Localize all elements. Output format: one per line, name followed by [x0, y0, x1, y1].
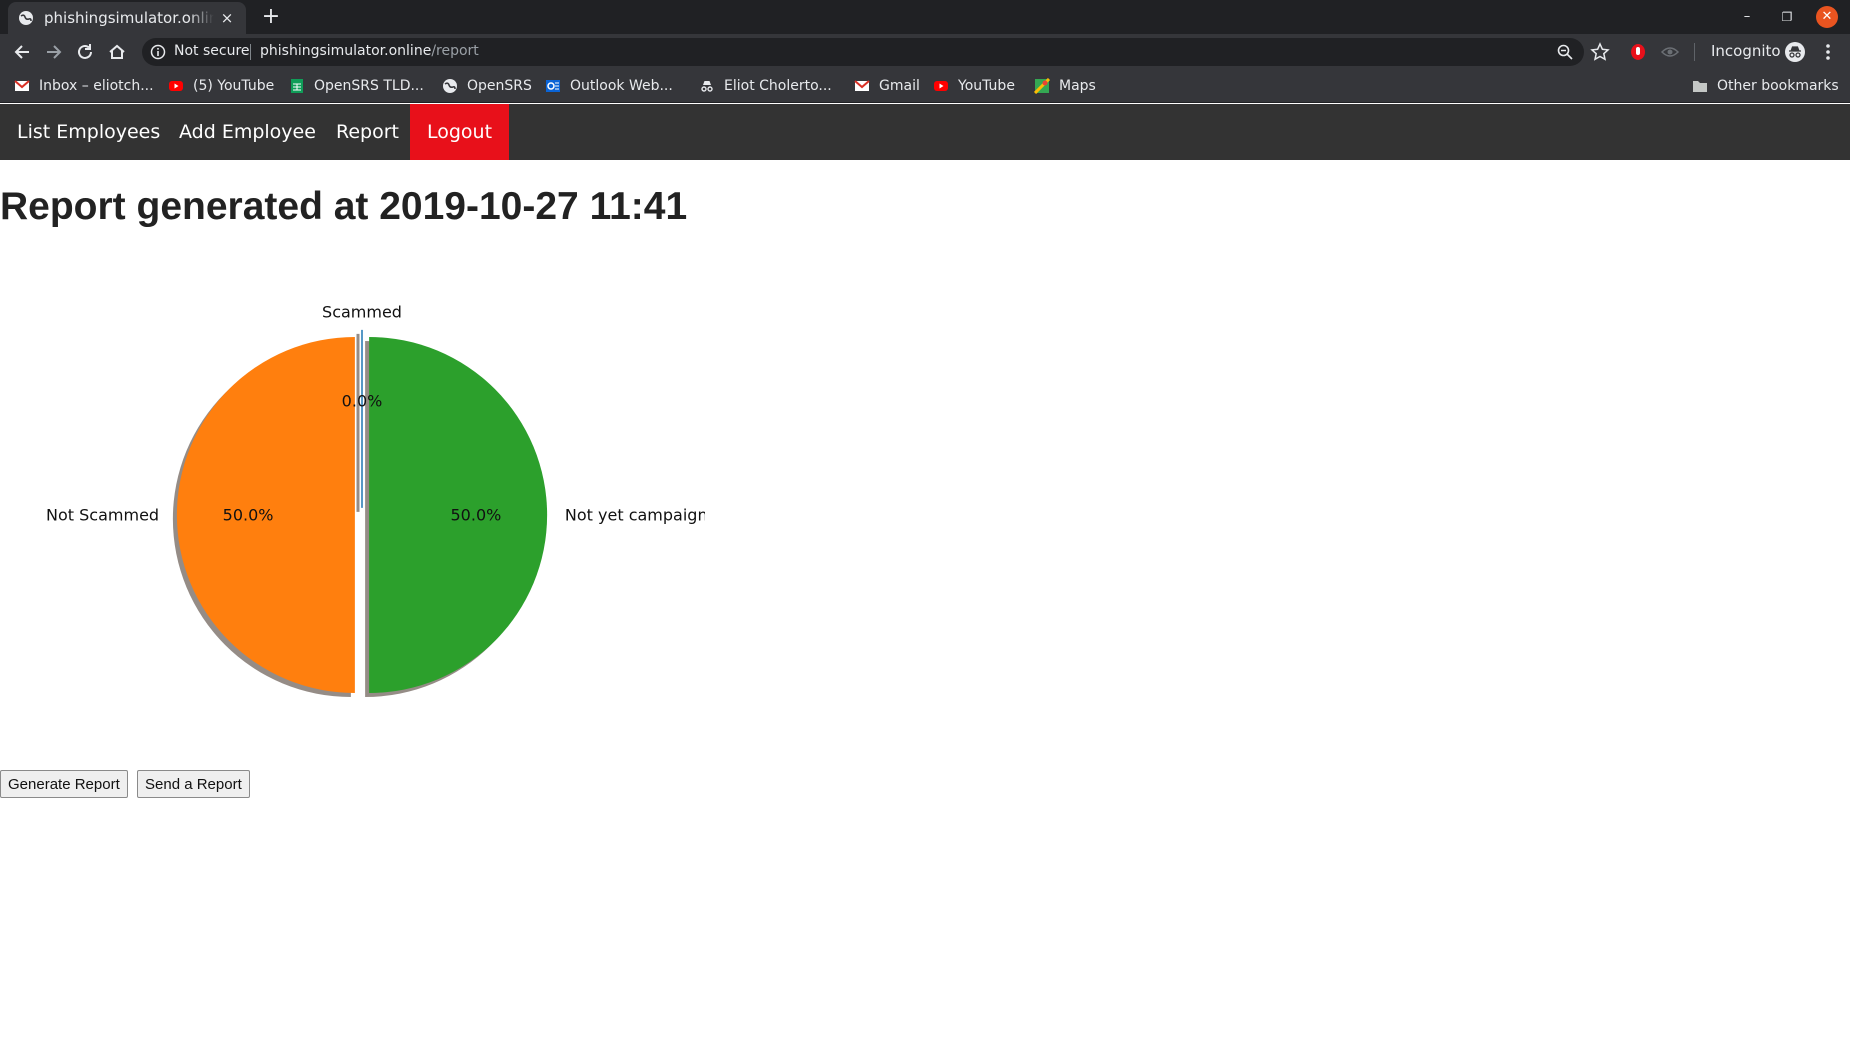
pie-label-scammed: Scammed	[322, 303, 402, 322]
gmail-icon	[14, 80, 30, 91]
bookmark-label: Gmail	[879, 78, 920, 94]
send-report-button[interactable]: Send a Report	[137, 770, 250, 798]
pie-chart-svg: Scammed 0.0% Not Scammed 50.0% Not yet campa…	[46, 303, 720, 697]
reload-icon[interactable]	[74, 41, 96, 63]
minimize-window-button[interactable]: –	[1736, 6, 1758, 28]
generate-report-button[interactable]: Generate Report	[0, 770, 128, 798]
site-navbar: List Employees Add Employee Report Logou…	[0, 104, 1850, 160]
bookmark-item[interactable]: YouTube	[933, 75, 1015, 97]
browser-tab[interactable]: phishingsimulator.online/report ×	[8, 2, 246, 34]
bookmark-label: OpenSRS	[467, 78, 532, 94]
other-bookmarks[interactable]: Other bookmarks	[1692, 75, 1839, 97]
tab-title: phishingsimulator.online/report	[44, 9, 214, 27]
bookmarks-bar: Inbox – eliotch... (5) YouTube OpenSRS T…	[0, 70, 1850, 103]
pie-label-not-scammed: Not Scammed	[46, 506, 159, 525]
youtube-icon	[934, 81, 948, 91]
extension-hand-icon[interactable]	[1628, 42, 1648, 62]
bookmark-star-icon[interactable]	[1590, 42, 1610, 62]
security-label: Not secure	[174, 43, 250, 59]
back-arrow-icon[interactable]	[11, 41, 33, 63]
bookmark-item[interactable]: Outlook Web...	[545, 75, 673, 97]
close-tab-icon[interactable]: ×	[218, 9, 236, 27]
bookmark-item[interactable]: Eliot Cholerto...	[699, 75, 832, 97]
bookmark-label: Inbox – eliotch...	[39, 78, 154, 94]
nav-report[interactable]: Report	[319, 104, 416, 160]
incognito-icon	[701, 81, 713, 92]
bookmark-label: OpenSRS TLD...	[314, 78, 424, 94]
url-path: /report	[431, 43, 479, 59]
outlook-icon	[546, 80, 560, 92]
page-title: Report generated at 2019-10-27 11:41	[0, 185, 688, 228]
url-text[interactable]: phishingsimulator.online/report	[260, 43, 479, 59]
toolbar-divider	[1694, 43, 1695, 61]
pie-percent-not-yet-campaigned: 50.0%	[451, 506, 502, 525]
url-host: phishingsimulator.online	[260, 43, 432, 59]
home-icon[interactable]	[106, 41, 128, 63]
sheets-icon	[291, 79, 303, 93]
new-tab-button[interactable]: +	[258, 4, 284, 30]
forward-arrow-icon[interactable]	[43, 41, 65, 63]
more-menu-icon[interactable]	[1818, 41, 1838, 63]
bookmark-label: Outlook Web...	[570, 78, 673, 94]
globe-icon	[443, 79, 457, 93]
browser-toolbar: Not secure phishingsimulator.online/repo…	[0, 34, 1850, 70]
nav-add-employee[interactable]: Add Employee	[162, 104, 333, 160]
zoom-icon[interactable]	[1556, 43, 1574, 61]
eye-icon[interactable]	[1660, 42, 1680, 62]
incognito-icon[interactable]	[1784, 41, 1806, 63]
incognito-label[interactable]: Incognito	[1711, 42, 1781, 60]
bookmark-label: Maps	[1059, 78, 1096, 94]
globe-icon	[19, 11, 33, 25]
gmail-icon	[854, 80, 870, 91]
maximize-window-button[interactable]: ❐	[1776, 6, 1798, 28]
bookmark-label: YouTube	[958, 78, 1015, 94]
pie-label-not-yet-campaigned: Not yet campaigned	[565, 506, 720, 525]
bookmark-item[interactable]: OpenSRS TLD...	[289, 75, 424, 97]
nav-list-employees[interactable]: List Employees	[0, 104, 177, 160]
bookmark-label: (5) YouTube	[193, 78, 275, 94]
info-icon[interactable]	[150, 44, 166, 60]
pie-percent-not-scammed: 50.0%	[223, 506, 274, 525]
bookmark-item[interactable]: Inbox – eliotch...	[14, 75, 154, 97]
maps-icon	[1034, 78, 1050, 94]
close-window-button[interactable]: ✕	[1816, 6, 1838, 28]
bookmark-item[interactable]: OpenSRS	[442, 75, 532, 97]
address-bar[interactable]: Not secure phishingsimulator.online/repo…	[142, 38, 1584, 66]
pie-percent-scammed: 0.0%	[342, 392, 383, 411]
report-pie-chart: Scammed 0.0% Not Scammed 50.0% Not yet campa…	[0, 280, 720, 750]
youtube-icon	[169, 81, 183, 91]
omnibox-divider	[250, 44, 251, 60]
bookmark-item[interactable]: (5) YouTube	[168, 75, 274, 97]
browser-tabstrip: phishingsimulator.online/report × + – ❐ …	[0, 0, 1850, 34]
folder-icon	[1693, 81, 1707, 92]
bookmark-item[interactable]: Maps	[1034, 75, 1096, 97]
nav-logout[interactable]: Logout	[410, 104, 510, 160]
bookmark-item[interactable]: Gmail	[854, 75, 920, 97]
bookmark-label: Eliot Cholerto...	[724, 78, 832, 94]
other-bookmarks-label: Other bookmarks	[1717, 78, 1839, 94]
